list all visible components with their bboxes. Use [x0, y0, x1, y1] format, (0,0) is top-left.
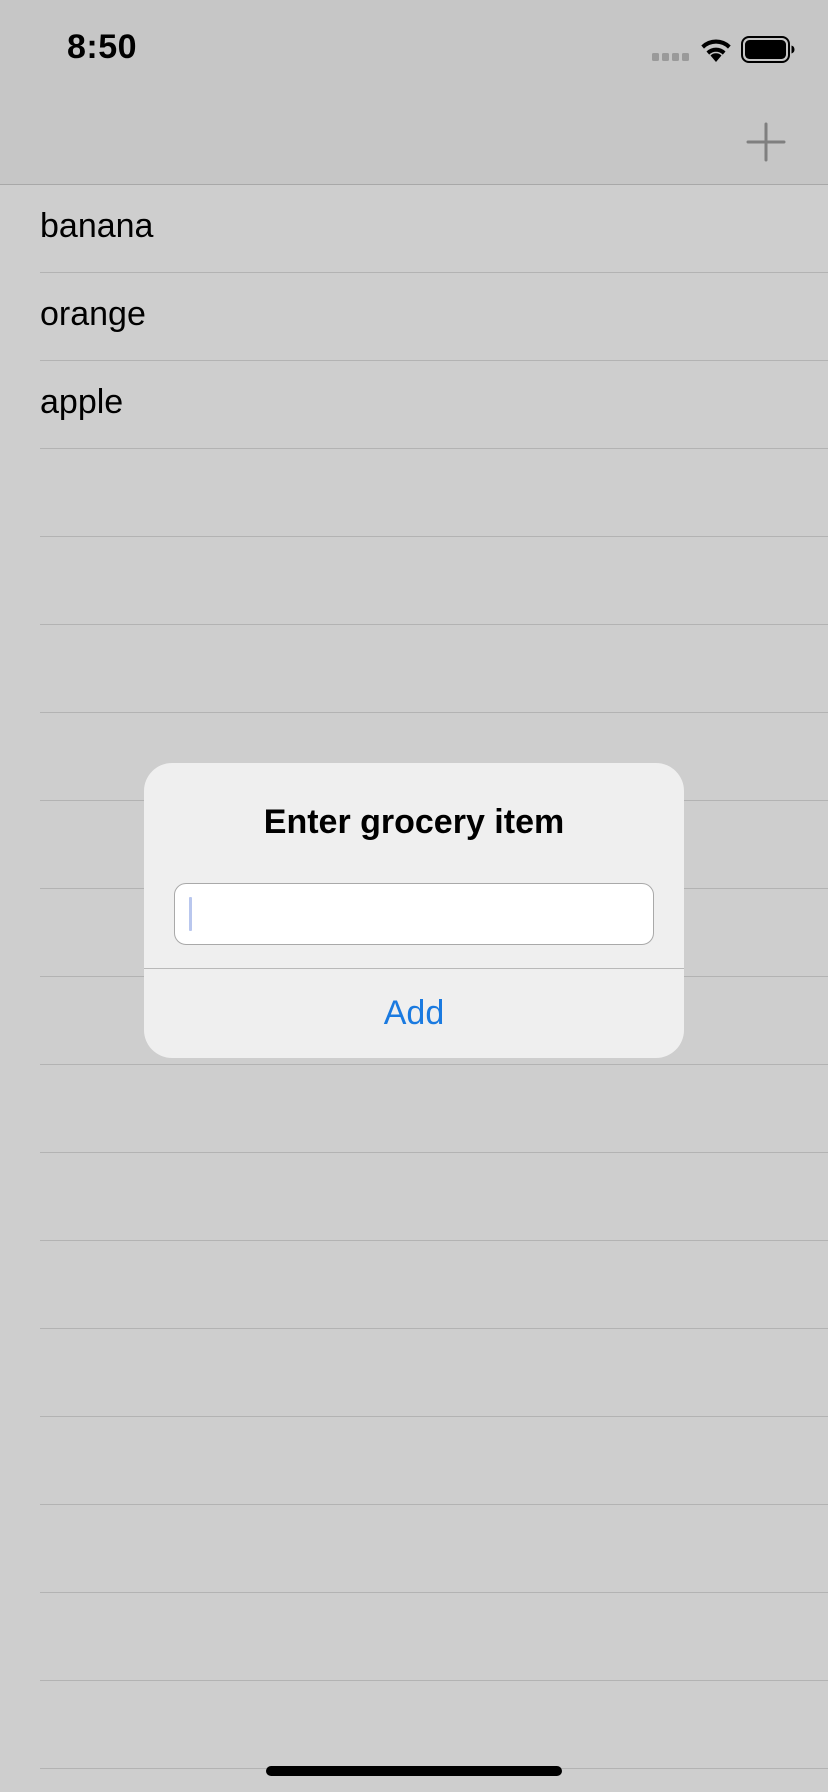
home-indicator[interactable]: [266, 1766, 562, 1776]
list-item-label: orange: [40, 295, 146, 333]
empty-list-row: [0, 1505, 828, 1593]
list-item-label: apple: [40, 383, 124, 421]
wifi-icon: [701, 39, 731, 62]
battery-icon: [741, 36, 795, 63]
list-item[interactable]: banana: [0, 185, 828, 273]
list-item[interactable]: orange: [0, 273, 828, 361]
empty-list-row: [0, 1329, 828, 1417]
plus-icon: [746, 122, 786, 162]
empty-list-row: [0, 1681, 828, 1769]
text-cursor: [189, 897, 192, 931]
list-item-label: banana: [40, 207, 154, 245]
empty-list-row: [0, 625, 828, 713]
empty-list-row: [0, 1593, 828, 1681]
empty-list-row: [0, 1417, 828, 1505]
add-button[interactable]: Add: [144, 969, 684, 1058]
grocery-item-input[interactable]: [174, 883, 654, 945]
status-bar: 8:50: [0, 0, 828, 92]
empty-list-row: [0, 449, 828, 537]
alert-title: Enter grocery item: [263, 803, 565, 841]
empty-list-row: [0, 1241, 828, 1329]
add-item-alert: Enter grocery item Add: [144, 763, 684, 1058]
cellular-signal-icon: [652, 53, 689, 61]
empty-list-row: [0, 1065, 828, 1153]
list-item[interactable]: apple: [0, 361, 828, 449]
empty-list-row: [0, 1153, 828, 1241]
add-item-button[interactable]: [738, 114, 794, 170]
status-time: 8:50: [67, 28, 138, 66]
navigation-bar: [0, 92, 828, 185]
empty-list-row: [0, 537, 828, 625]
